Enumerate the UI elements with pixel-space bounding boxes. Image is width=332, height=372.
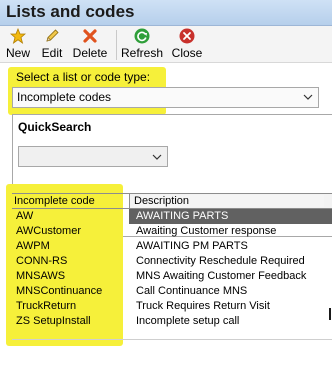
column-header-code[interactable]: Incomplete code xyxy=(14,195,126,207)
row-description: AWAITING PM PARTS xyxy=(136,240,248,252)
row-code: AWPM xyxy=(16,240,50,252)
table-row[interactable]: AWCustomer Awaiting Customer response xyxy=(12,224,332,239)
row-code: ZS SetupInstall xyxy=(16,315,91,327)
edit-button-label: Edit xyxy=(41,46,63,60)
grid-bottom-border xyxy=(12,339,332,340)
refresh-button-label: Refresh xyxy=(120,46,164,60)
code-type-select[interactable]: Incomplete codes xyxy=(12,87,319,108)
refresh-button[interactable]: Refresh xyxy=(121,28,163,62)
toolbar: New Edit Delete Refresh Close xyxy=(0,26,332,63)
table-row[interactable]: TruckReturn Truck Requires Return Visit xyxy=(12,299,332,314)
column-divider[interactable] xyxy=(129,194,130,208)
row-description: Connectivity Reschedule Required xyxy=(136,255,305,267)
row-code: MNSContinuance xyxy=(16,285,103,297)
row-code: AWCustomer xyxy=(16,225,81,237)
row-description: Call Continuance MNS xyxy=(136,285,248,297)
delete-button[interactable]: Delete xyxy=(71,28,109,62)
table-row[interactable]: MNSAWS MNS Awaiting Customer Feedback xyxy=(12,269,332,284)
row-description: Incomplete setup call xyxy=(136,315,240,327)
edit-button[interactable]: Edit xyxy=(39,28,65,62)
refresh-icon xyxy=(134,28,150,44)
row-code: CONN-RS xyxy=(16,255,68,267)
close-button-label: Close xyxy=(171,46,203,60)
pencil-icon xyxy=(46,29,59,42)
new-button-label: New xyxy=(5,46,30,60)
table-row[interactable]: MNSContinuance Call Continuance MNS xyxy=(12,284,332,299)
column-header-description[interactable]: Description xyxy=(134,195,324,207)
window-title: Lists and codes xyxy=(6,2,135,21)
row-description: Awaiting Customer response xyxy=(136,225,277,237)
close-icon xyxy=(179,28,195,44)
chevron-down-icon xyxy=(303,94,313,100)
new-button[interactable]: New xyxy=(5,28,31,62)
code-type-select-value: Incomplete codes xyxy=(17,90,112,104)
delete-button-label: Delete xyxy=(72,46,108,60)
table-row[interactable]: AW AWAITING PARTS xyxy=(12,209,332,224)
row-description: MNS Awaiting Customer Feedback xyxy=(136,270,307,282)
chevron-down-icon xyxy=(152,154,162,160)
star-icon xyxy=(10,28,26,44)
table-row[interactable]: ZS SetupInstall Incomplete setup call xyxy=(12,314,332,329)
row-code: MNSAWS xyxy=(16,270,66,282)
table-row[interactable]: AWPM AWAITING PM PARTS xyxy=(12,239,332,254)
delete-x-icon xyxy=(83,29,97,43)
row-description: Truck Requires Return Visit xyxy=(136,300,270,312)
quicksearch-select[interactable] xyxy=(18,146,168,167)
quicksearch-title: QuickSearch xyxy=(18,120,92,134)
main-panel: Select a list or code type: Incomplete c… xyxy=(0,63,332,372)
row-code: AW xyxy=(16,210,34,222)
table-row[interactable]: CONN-RS Connectivity Reschedule Required xyxy=(12,254,332,269)
window-titlebar: Lists and codes xyxy=(0,0,332,26)
row-code: TruckReturn xyxy=(16,300,77,312)
type-selector-label: Select a list or code type: xyxy=(16,70,151,84)
grid-header: Incomplete code Description xyxy=(12,193,332,209)
codes-grid: Incomplete code Description AW AWAITING … xyxy=(12,193,332,343)
close-button[interactable]: Close xyxy=(171,28,203,62)
row-description: AWAITING PARTS xyxy=(136,210,229,222)
toolbar-separator xyxy=(116,30,117,60)
text-cursor-icon xyxy=(329,308,331,320)
